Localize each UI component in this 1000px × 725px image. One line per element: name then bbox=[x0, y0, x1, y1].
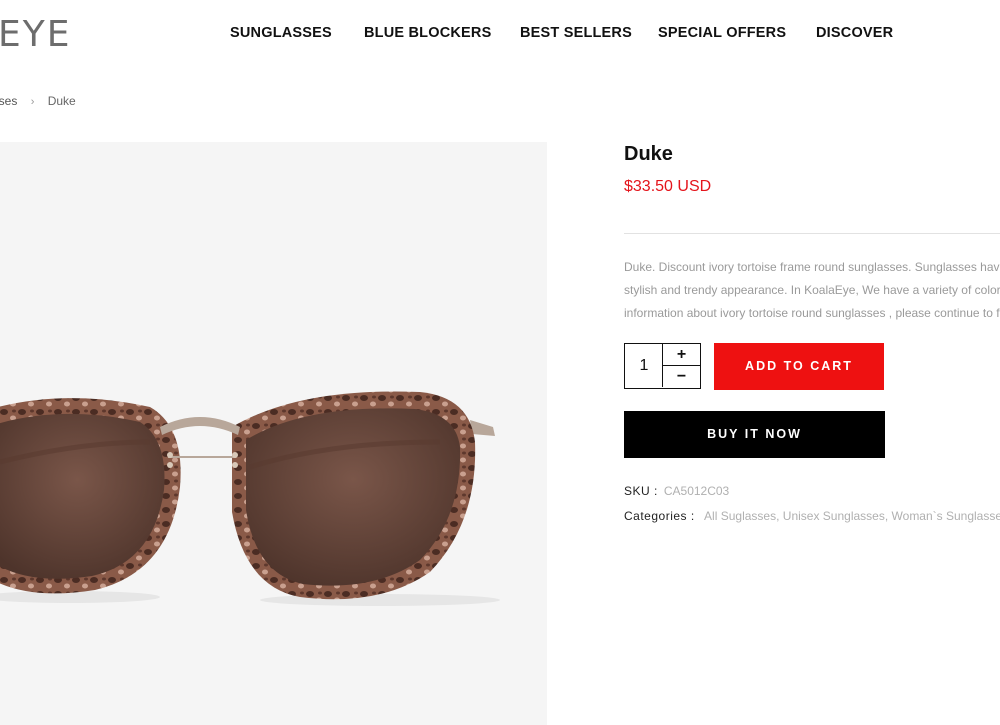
buy-it-now-button[interactable]: BUY IT NOW bbox=[624, 411, 885, 458]
quantity-decrease-button[interactable]: − bbox=[663, 366, 700, 388]
nav-blue-blockers[interactable]: BLUE BLOCKERS bbox=[364, 25, 491, 41]
sku-label: SKU : bbox=[624, 484, 658, 498]
chevron-right-icon: › bbox=[30, 96, 35, 108]
nav-best-sellers[interactable]: BEST SELLERS bbox=[520, 25, 632, 41]
sku-row: SKU : CA5012C03 bbox=[624, 484, 729, 498]
sku-value: CA5012C03 bbox=[663, 484, 730, 498]
product-description: Duke. Discount ivory tortoise frame roun… bbox=[624, 256, 1000, 325]
product-image[interactable] bbox=[0, 142, 547, 725]
category-separator: , bbox=[884, 509, 889, 523]
main-nav: SUNGLASSES BLUE BLOCKERS BEST SELLERS SP… bbox=[0, 25, 1000, 45]
category-link-womans-sunglasses[interactable]: Woman`s Sunglasses bbox=[892, 509, 1000, 523]
category-link-all-suglasses[interactable]: All Suglasses bbox=[704, 509, 776, 523]
nav-sunglasses[interactable]: SUNGLASSES bbox=[230, 25, 332, 41]
add-to-cart-button[interactable]: ADD TO CART bbox=[714, 343, 884, 390]
quantity-stepper: 1 + − bbox=[624, 343, 701, 389]
description-line: stylish and trendy appearance. In KoalaE… bbox=[624, 283, 1000, 297]
category-separator: , bbox=[776, 509, 780, 523]
nav-special-offers[interactable]: SPECIAL OFFERS bbox=[658, 25, 786, 41]
divider bbox=[624, 233, 1000, 234]
breadcrumb-current: Duke bbox=[47, 94, 76, 108]
quantity-input[interactable]: 1 bbox=[625, 344, 663, 387]
quantity-increase-button[interactable]: + bbox=[663, 344, 700, 366]
categories-row: Categories : All Suglasses, Unisex Sungl… bbox=[624, 509, 1000, 523]
product-title: Duke bbox=[624, 143, 673, 165]
description-line: Duke. Discount ivory tortoise frame roun… bbox=[624, 260, 1000, 274]
sunglasses-image bbox=[0, 391, 500, 606]
breadcrumb-link-sunglasses[interactable]: asses bbox=[0, 94, 17, 108]
breadcrumb: asses › Duke bbox=[0, 94, 76, 108]
category-link-unisex-sunglasses[interactable]: Unisex Sunglasses bbox=[783, 509, 885, 523]
description-line: information about ivory tortoise round s… bbox=[624, 306, 1000, 320]
quantity-buttons: + − bbox=[662, 344, 700, 387]
nav-discover[interactable]: DISCOVER bbox=[816, 25, 893, 41]
categories-label: Categories : bbox=[624, 509, 695, 523]
product-price: $33.50 USD bbox=[624, 178, 712, 195]
